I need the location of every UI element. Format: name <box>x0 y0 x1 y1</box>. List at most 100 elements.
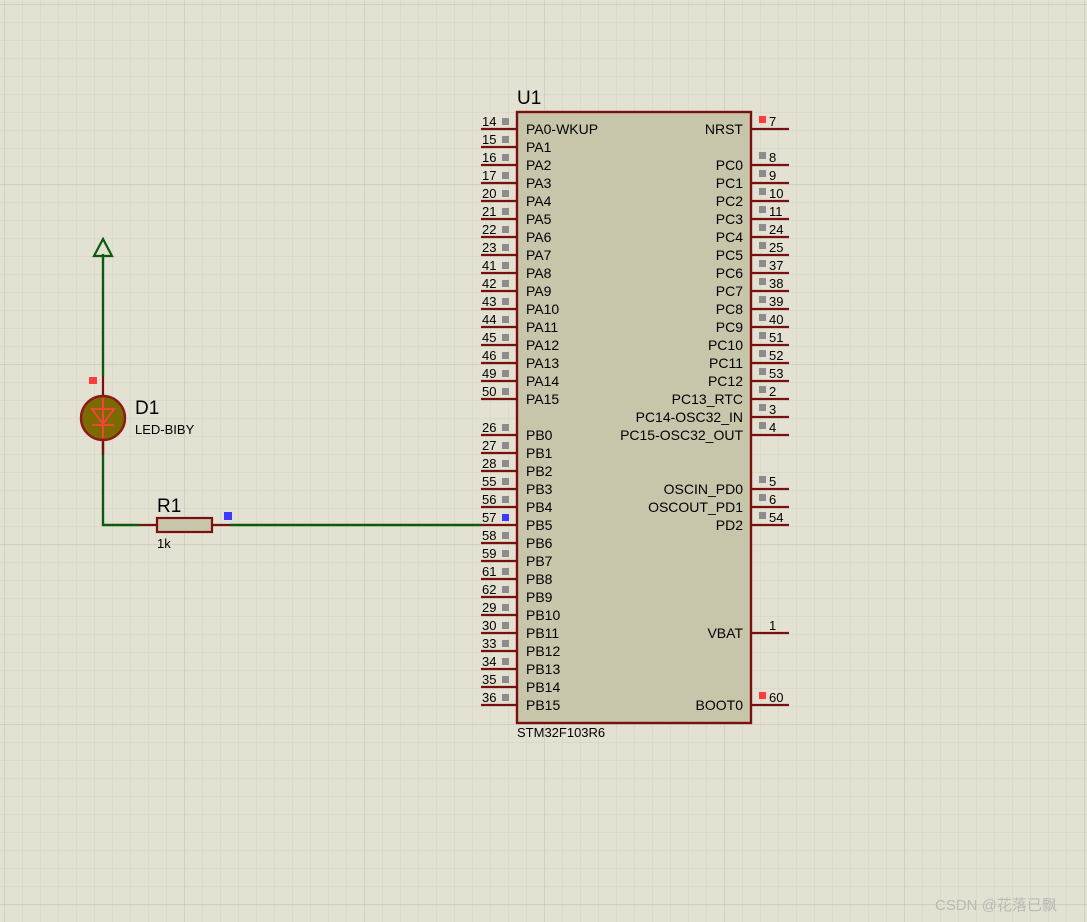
pin-marker <box>502 586 509 593</box>
pin-number: 42 <box>482 276 496 291</box>
pin-number: 29 <box>482 600 496 615</box>
pin-label: PB15 <box>526 697 560 713</box>
pin-number: 52 <box>769 348 783 363</box>
pin-label: PC2 <box>716 193 743 209</box>
watermark: CSDN @花落已飘 <box>935 897 1057 914</box>
led-part: LED-BIBY <box>135 422 195 437</box>
pin-label: PB11 <box>526 625 559 641</box>
pin-marker <box>759 386 766 393</box>
pin-number: 34 <box>482 654 496 669</box>
pin-number: 26 <box>482 420 496 435</box>
pin-marker <box>759 422 766 429</box>
pin-label: PA15 <box>526 391 559 407</box>
pin-number: 46 <box>482 348 496 363</box>
pin-number: 24 <box>769 222 783 237</box>
pin-label: OSCIN_PD0 <box>664 481 744 497</box>
pin-number: 3 <box>769 402 776 417</box>
pin-marker <box>759 368 766 375</box>
pin-marker <box>502 262 509 269</box>
pin-number: 28 <box>482 456 496 471</box>
pin-number: 61 <box>482 564 496 579</box>
pin-label: PB5 <box>526 517 553 533</box>
pin-marker <box>759 350 766 357</box>
pin-number: 20 <box>482 186 496 201</box>
pin-label: PC3 <box>716 211 743 227</box>
pin-marker <box>502 550 509 557</box>
pin-marker <box>759 152 766 159</box>
mcu-u1[interactable]: U1 STM32F103R6 14 PA0-WKUP15 PA116 PA217 PA3… <box>481 88 789 740</box>
pin-label: PC5 <box>716 247 743 263</box>
pin-number: 23 <box>482 240 496 255</box>
led-ref: D1 <box>135 398 159 419</box>
pin-label: PD2 <box>716 517 743 533</box>
pin-label: PA8 <box>526 265 552 281</box>
pin-marker <box>502 658 509 665</box>
pin-marker <box>502 208 509 215</box>
pin-marker <box>759 692 766 699</box>
pin-number: 17 <box>482 168 496 183</box>
pin-label: PB12 <box>526 643 560 659</box>
pin-marker <box>502 568 509 575</box>
pin-number: 50 <box>482 384 496 399</box>
pin-number: 9 <box>769 168 776 183</box>
pin-label: PA13 <box>526 355 559 371</box>
pin-label: VBAT <box>707 625 743 641</box>
pin-number: 57 <box>482 510 496 525</box>
pin-marker <box>502 136 509 143</box>
pin-number: 40 <box>769 312 783 327</box>
pin-marker <box>502 532 509 539</box>
pin-label: PC10 <box>708 337 743 353</box>
pin-marker <box>759 170 766 177</box>
pin-label: PB13 <box>526 661 560 677</box>
pin-marker <box>502 352 509 359</box>
pin-number: 53 <box>769 366 783 381</box>
pin-marker <box>759 260 766 267</box>
pin-label: PA14 <box>526 373 559 389</box>
pin-marker <box>502 190 509 197</box>
pin-label: PB7 <box>526 553 553 569</box>
pin-marker <box>759 296 766 303</box>
pin-marker <box>759 512 766 519</box>
pin-number: 7 <box>769 114 776 129</box>
pin-marker <box>502 514 509 521</box>
pin-marker <box>502 496 509 503</box>
pin-number: 51 <box>769 330 783 345</box>
pin-label: PC0 <box>716 157 743 173</box>
pin-label: PA2 <box>526 157 552 173</box>
pin-marker <box>759 494 766 501</box>
schematic-canvas[interactable]: D1 LED-BIBY R1 1k U1 STM32F103R6 14 PA0-W… <box>0 0 1087 922</box>
pin-number: 55 <box>482 474 496 489</box>
pin-number: 21 <box>482 204 496 219</box>
pin-marker <box>759 278 766 285</box>
pin-label: NRST <box>705 121 744 137</box>
pin-number: 60 <box>769 690 783 705</box>
pin-number: 2 <box>769 384 776 399</box>
resistor-pin-marker <box>224 512 232 520</box>
pin-number: 11 <box>769 204 783 219</box>
pin-marker <box>502 640 509 647</box>
pin-number: 36 <box>482 690 496 705</box>
pin-number: 43 <box>482 294 496 309</box>
pin-label: PC13_RTC <box>672 391 743 407</box>
pin-label: OSCOUT_PD1 <box>648 499 743 515</box>
pin-number: 54 <box>769 510 783 525</box>
pin-label: PC14-OSC32_IN <box>636 409 743 425</box>
pin-label: PB8 <box>526 571 553 587</box>
pin-number: 8 <box>769 150 776 165</box>
pin-label: PC9 <box>716 319 743 335</box>
pin-marker <box>502 316 509 323</box>
pin-marker <box>759 332 766 339</box>
pin-marker <box>502 622 509 629</box>
pin-label: PB0 <box>526 427 553 443</box>
pin-label: PB4 <box>526 499 553 515</box>
pin-label: PA4 <box>526 193 552 209</box>
pin-label: PC6 <box>716 265 743 281</box>
pin-marker <box>759 116 766 123</box>
pin-marker <box>502 442 509 449</box>
pin-number: 37 <box>769 258 783 273</box>
pin-label: PB3 <box>526 481 553 497</box>
pin-number: 5 <box>769 474 776 489</box>
pin-label: PB2 <box>526 463 553 479</box>
pin-label: PA12 <box>526 337 559 353</box>
pin-label: PC7 <box>716 283 743 299</box>
